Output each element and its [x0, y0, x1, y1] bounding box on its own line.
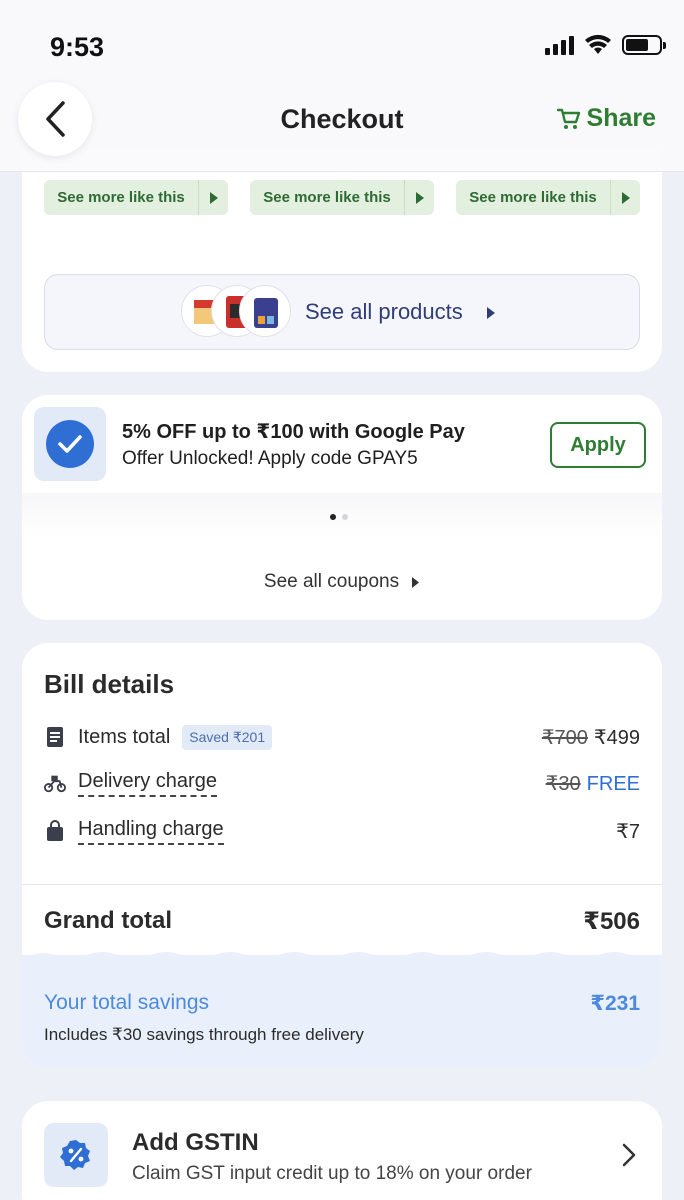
- status-icons: [545, 34, 666, 56]
- cart-icon: [556, 108, 580, 129]
- status-time: 9:53: [50, 32, 105, 62]
- play-arrow-icon: [610, 180, 640, 215]
- see-all-coupons-label: See all coupons: [263, 571, 400, 592]
- offer-title: 5% OFF up to ₹100 with Google Pay: [122, 421, 465, 443]
- bill-details-card: Bill details Items total Saved ₹201 ₹700…: [22, 643, 662, 1068]
- wifi-icon: [585, 34, 611, 54]
- offer-badge: [34, 407, 106, 481]
- gst-percent-badge-icon: [44, 1123, 108, 1187]
- total-savings-section: Your total savings ₹231 Includes ₹30 sav…: [22, 952, 662, 1068]
- offer-subtitle: Offer Unlocked! Apply code GPAY5: [122, 448, 418, 469]
- play-arrow-icon: [198, 180, 228, 215]
- items-total-value: ₹700 ₹499: [542, 725, 640, 750]
- carousel-dot: [342, 514, 348, 520]
- handling-charge-label[interactable]: Handling charge: [78, 818, 224, 845]
- items-total-old-price: ₹700: [541, 726, 588, 749]
- saved-badge: Saved ₹201: [182, 724, 273, 750]
- cellular-signal-icon: [545, 35, 574, 55]
- apply-coupon-button[interactable]: Apply: [550, 422, 646, 468]
- play-arrow-icon: [404, 180, 434, 215]
- gstin-subtitle: Claim GST input credit up to 18% on your…: [132, 1163, 532, 1184]
- similar-products-card: See more like this See more like this Se…: [22, 150, 662, 372]
- wave-edge: [22, 952, 662, 961]
- app-header: 9:53 Checkout Share: [0, 0, 684, 172]
- share-label: Share: [586, 104, 656, 132]
- gstin-title: Add GSTIN: [132, 1129, 259, 1156]
- carousel-indicator: [22, 493, 662, 538]
- share-button[interactable]: Share: [556, 104, 656, 133]
- chevron-right-icon: [622, 1143, 636, 1167]
- items-total-row: Items total Saved ₹201 ₹700 ₹499: [44, 722, 640, 752]
- see-more-label: See more like this: [57, 189, 185, 206]
- delivery-charge-label[interactable]: Delivery charge: [78, 770, 217, 797]
- caret-right-icon: [412, 576, 420, 588]
- total-savings-value: ₹231: [590, 992, 640, 1015]
- see-all-coupons-button[interactable]: See all coupons: [22, 571, 662, 593]
- see-more-like-this-button[interactable]: See more like this: [456, 180, 640, 215]
- see-more-label: See more like this: [263, 189, 391, 206]
- items-total-label: Items total: [78, 725, 171, 748]
- grand-total-value: ₹506: [583, 908, 640, 935]
- see-all-products-label: See all products: [305, 299, 463, 324]
- handling-charge-value: ₹7: [616, 820, 640, 843]
- divider: [22, 884, 662, 885]
- delivery-charge-row: Delivery charge ₹30 FREE: [44, 768, 640, 798]
- receipt-icon: [44, 726, 66, 748]
- coupon-offer: 5% OFF up to ₹100 with Google Pay Offer …: [22, 395, 662, 493]
- see-more-like-this-button[interactable]: See more like this: [44, 180, 228, 215]
- add-gstin-card[interactable]: Add GSTIN Claim GST input credit up to 1…: [22, 1101, 662, 1200]
- grand-total-label: Grand total: [44, 907, 173, 934]
- coupon-card: 5% OFF up to ₹100 with Google Pay Offer …: [22, 395, 662, 620]
- savings-note: Includes ₹30 savings through free delive…: [44, 1025, 364, 1044]
- delivery-old-price: ₹30: [545, 772, 581, 795]
- delivery-price: FREE: [586, 772, 640, 795]
- bill-title: Bill details: [44, 669, 175, 699]
- caret-right-icon: [487, 307, 495, 319]
- check-circle-icon: [46, 420, 94, 468]
- product-thumbnails: [181, 285, 291, 341]
- scooter-icon: [44, 772, 66, 794]
- shopping-bag-icon: [44, 820, 66, 842]
- see-more-like-this-button[interactable]: See more like this: [250, 180, 434, 215]
- battery-icon: [622, 35, 666, 55]
- delivery-charge-value: ₹30 FREE: [546, 771, 640, 796]
- handling-charge-row: Handling charge ₹7: [44, 816, 640, 846]
- items-total-price: ₹499: [593, 726, 640, 749]
- carousel-dot-active: [330, 514, 336, 520]
- see-all-products-button[interactable]: See all products: [44, 274, 640, 350]
- product-thumbnail: [239, 285, 291, 337]
- see-more-label: See more like this: [469, 189, 597, 206]
- total-savings-label: Your total savings: [44, 991, 209, 1014]
